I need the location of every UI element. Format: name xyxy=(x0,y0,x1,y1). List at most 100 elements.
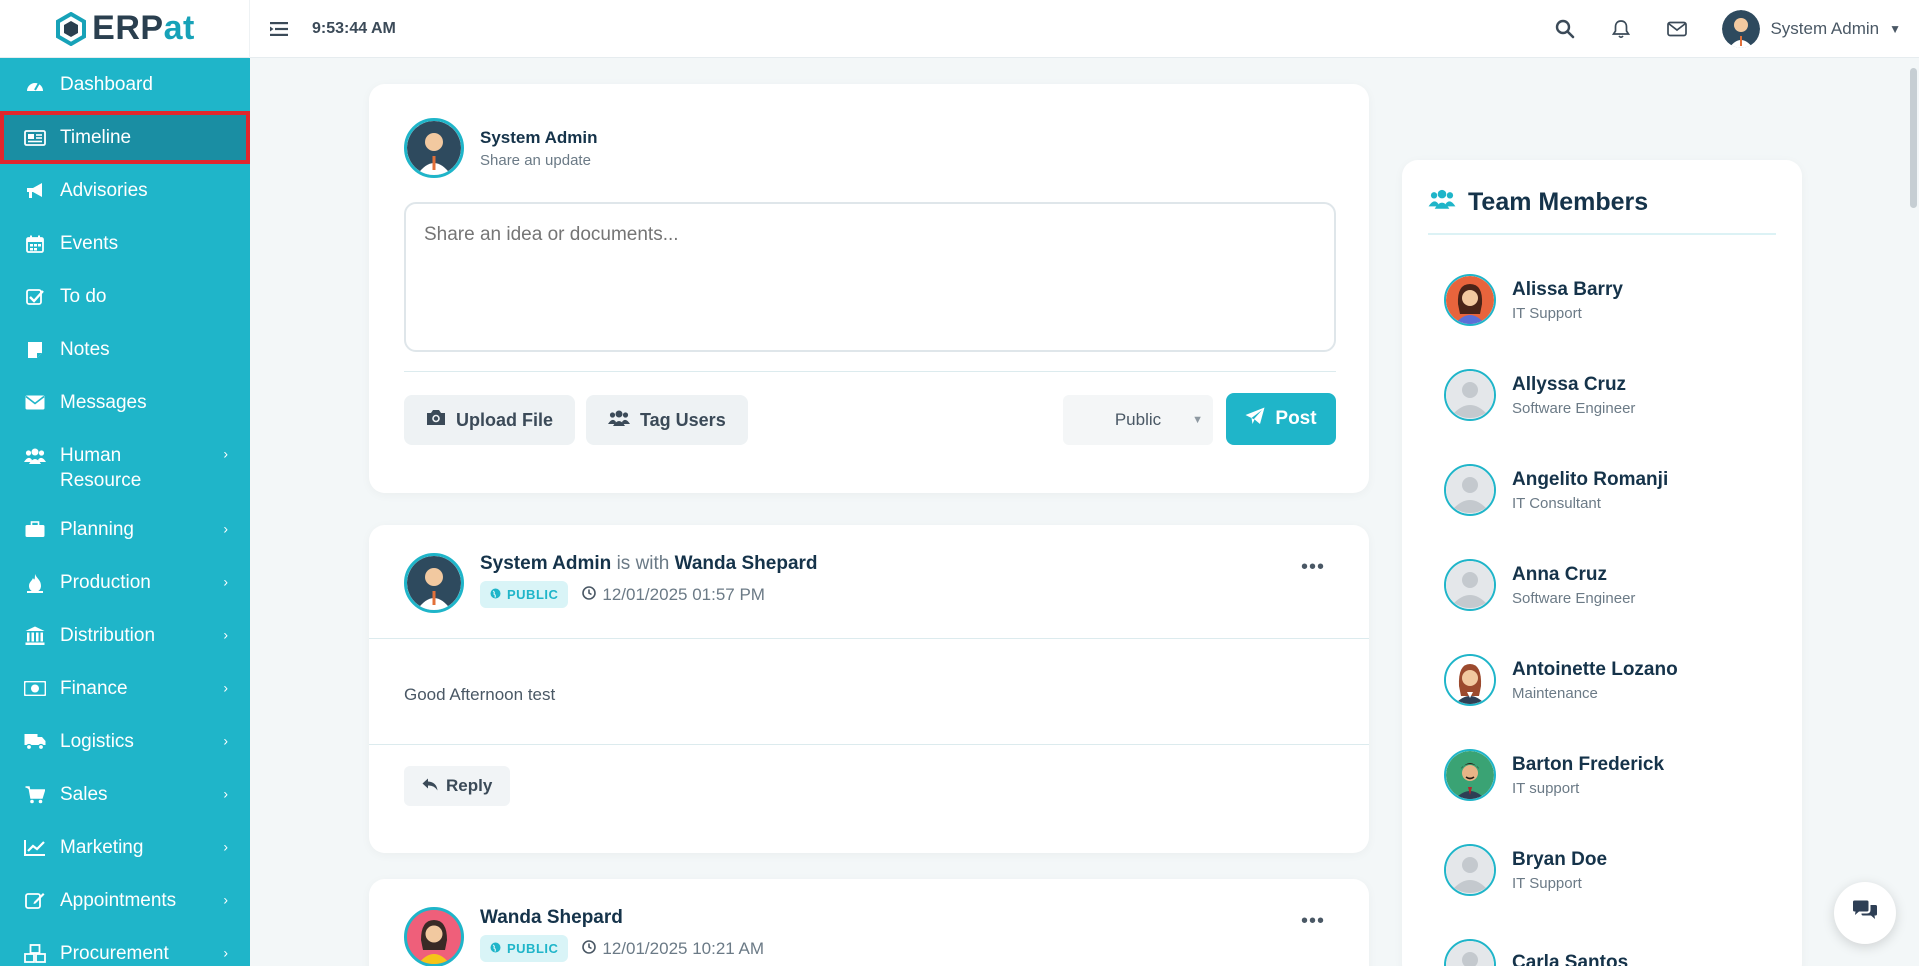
chevron-right-icon: › xyxy=(223,943,228,960)
member-name: Alissa Barry xyxy=(1512,278,1623,300)
sidebar-item-human-resource[interactable]: Human Resource › xyxy=(0,429,250,503)
team-member[interactable]: Alissa Barry IT Support xyxy=(1444,274,1623,326)
menu-toggle-icon[interactable] xyxy=(268,18,290,40)
sidebar-item-planning[interactable]: Planning › xyxy=(0,503,250,556)
briefcase-icon xyxy=(24,519,46,541)
sidebar-item-label: Human Resource xyxy=(60,445,142,491)
sidebar-item-events[interactable]: Events xyxy=(0,217,250,270)
timeline-icon xyxy=(24,127,46,149)
post-tagged-user[interactable]: Wanda Shepard xyxy=(675,553,818,574)
sidebar-item-sales[interactable]: Sales › xyxy=(0,768,250,821)
member-role: IT Consultant xyxy=(1512,494,1601,512)
search-icon[interactable] xyxy=(1554,18,1576,40)
team-members-panel: Team Members Alissa Barry IT Support Ally… xyxy=(1402,160,1802,966)
upload-file-button[interactable]: Upload File xyxy=(404,395,576,445)
member-name: Barton Frederick xyxy=(1512,753,1665,775)
default-avatar-icon xyxy=(1444,939,1496,966)
comments-icon xyxy=(1852,900,1878,927)
clock-icon xyxy=(582,585,597,605)
team-member[interactable]: Bryan Doe IT Support xyxy=(1444,844,1607,896)
timeline-post: Wanda Shepard PUBLIC 12/01/2025 10:21 AM… xyxy=(369,879,1369,966)
brand[interactable]: ERP at xyxy=(0,0,250,58)
sidebar-item-messages[interactable]: Messages xyxy=(0,376,250,429)
team-title-text: Team Members xyxy=(1468,188,1649,216)
sidebar-item-notes[interactable]: Notes xyxy=(0,323,250,376)
sidebar-item-distribution[interactable]: Distribution › xyxy=(0,609,250,662)
scroll-thumb[interactable] xyxy=(1910,68,1917,208)
brand-suffix: at xyxy=(163,9,195,47)
sidebar-item-timeline[interactable]: Timeline xyxy=(0,111,250,164)
sidebar-item-todo[interactable]: To do xyxy=(0,270,250,323)
post-header: System Admin is with Wanda Shepard PUBLI… xyxy=(404,553,818,613)
member-role: Software Engineer xyxy=(1512,399,1636,417)
post-author-name[interactable]: Wanda Shepard xyxy=(480,907,623,928)
sidebar-item-label: Advisories xyxy=(60,179,148,201)
user-name: System Admin xyxy=(1770,18,1880,38)
sidebar-item-advisories[interactable]: Advisories xyxy=(0,164,250,217)
chevron-right-icon: › xyxy=(223,445,228,462)
user-menu[interactable]: System Admin ▼ xyxy=(1722,9,1901,48)
team-member[interactable]: Angelito Romanji IT Consultant xyxy=(1444,464,1668,516)
team-members-title: Team Members xyxy=(1428,188,1648,217)
team-member[interactable]: Antoinette Lozano Maintenance xyxy=(1444,654,1678,706)
visibility-badge: PUBLIC xyxy=(480,581,569,608)
privacy-select[interactable]: Public ▼ xyxy=(1063,395,1213,445)
post-author-avatar[interactable] xyxy=(404,553,464,613)
chevron-right-icon: › xyxy=(223,625,228,642)
users-icon xyxy=(24,445,46,467)
tag-users-label: Tag Users xyxy=(640,409,726,430)
post-textarea[interactable] xyxy=(404,202,1336,352)
chat-button[interactable] xyxy=(1834,882,1896,944)
divider xyxy=(1428,233,1776,235)
cubes-icon xyxy=(24,943,46,965)
post-timestamp: 12/01/2025 01:57 PM xyxy=(582,585,765,605)
member-role: IT Support xyxy=(1512,874,1582,892)
sidebar-item-label: Appointments xyxy=(60,889,177,911)
bell-icon[interactable] xyxy=(1610,18,1632,40)
post-author-name[interactable]: System Admin xyxy=(480,553,611,574)
visibility-label: PUBLIC xyxy=(507,587,559,602)
page-scrollbar[interactable] xyxy=(1909,58,1917,966)
timestamp-text: 12/01/2025 10:21 AM xyxy=(602,938,765,958)
sidebar-item-production[interactable]: Production › xyxy=(0,556,250,609)
chevron-right-icon: › xyxy=(223,890,228,907)
post-author-avatar[interactable] xyxy=(404,907,464,966)
sidebar-item-finance[interactable]: Finance › xyxy=(0,662,250,715)
tag-users-button[interactable]: Tag Users xyxy=(586,395,748,445)
team-member[interactable]: Anna Cruz Software Engineer xyxy=(1444,559,1635,611)
brand-prefix: ERP xyxy=(92,9,164,47)
reply-button[interactable]: Reply xyxy=(404,766,511,806)
sidebar-item-dashboard[interactable]: Dashboard xyxy=(0,58,250,111)
sidebar-item-appointments[interactable]: Appointments › xyxy=(0,874,250,927)
team-member[interactable]: Barton Frederick IT support xyxy=(1444,749,1664,801)
sidebar-item-label: Distribution xyxy=(60,624,156,646)
sidebar-item-procurement[interactable]: Procurement › xyxy=(0,927,250,966)
member-role: Software Engineer xyxy=(1512,589,1636,607)
money-icon xyxy=(24,678,46,700)
clock-icon xyxy=(582,939,597,959)
mail-icon[interactable] xyxy=(1666,18,1688,40)
sidebar: Dashboard Timeline Advisories Events To … xyxy=(0,58,250,966)
female-avatar-icon xyxy=(1444,274,1496,326)
female-avatar-icon xyxy=(1444,654,1496,706)
more-options-icon[interactable]: ••• xyxy=(1301,557,1325,577)
sidebar-item-logistics[interactable]: Logistics › xyxy=(0,715,250,768)
team-member[interactable]: Allyssa Cruz Software Engineer xyxy=(1444,369,1635,421)
camera-icon xyxy=(426,409,446,431)
logo-hex-icon xyxy=(56,11,87,46)
team-member[interactable]: Carla Santos xyxy=(1444,939,1628,966)
post-button[interactable]: Post xyxy=(1226,393,1336,445)
sidebar-item-label: Production xyxy=(60,571,151,593)
sidebar-item-marketing[interactable]: Marketing › xyxy=(0,821,250,874)
caret-down-icon: ▼ xyxy=(1192,414,1203,426)
users-icon xyxy=(608,409,630,432)
chevron-right-icon: › xyxy=(223,731,228,748)
clock: 9:53:44 AM xyxy=(312,19,396,37)
dashboard-icon xyxy=(24,74,46,96)
paper-plane-icon xyxy=(1245,407,1265,431)
chevron-right-icon: › xyxy=(223,678,228,695)
member-role: IT support xyxy=(1512,779,1580,797)
more-options-icon[interactable]: ••• xyxy=(1301,911,1325,931)
default-avatar-icon xyxy=(1444,844,1496,896)
note-icon xyxy=(24,339,46,361)
